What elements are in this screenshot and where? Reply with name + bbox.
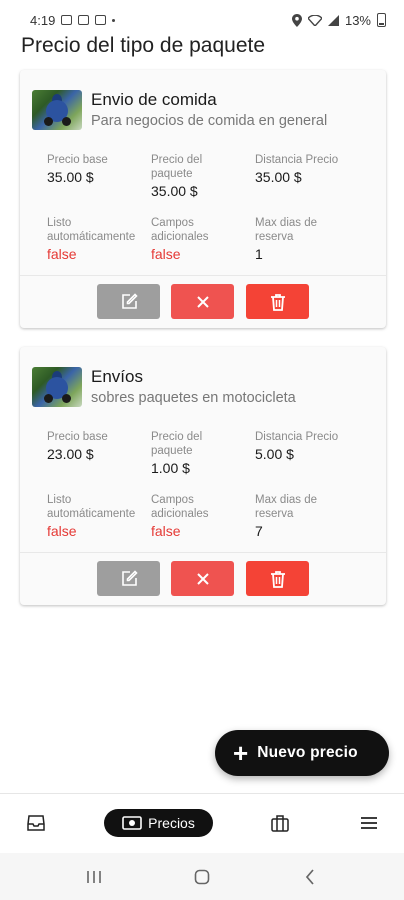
extra-fields-value: false <box>151 246 181 262</box>
base-price-label: Precio base <box>47 154 108 166</box>
banknote-icon <box>122 816 142 830</box>
max-days-field: Max dias de reserva 1 <box>255 216 345 263</box>
status-right: 13% <box>291 12 386 28</box>
deactivate-button[interactable] <box>171 561 234 596</box>
distance-price-label: Distancia Precio <box>255 431 339 443</box>
distance-price-field: Distancia Precio 35.00 $ <box>255 153 359 186</box>
auto-ready-field: Listo automáticamente false <box>47 216 151 263</box>
gallery-icon <box>61 15 73 25</box>
base-price-field: Precio base 35.00 $ <box>47 153 151 186</box>
edit-button[interactable] <box>97 561 160 596</box>
deactivate-button[interactable] <box>171 284 234 319</box>
base-price-value: 23.00 $ <box>47 446 94 462</box>
package-type-name: Envio de comida <box>91 90 217 109</box>
edit-button[interactable] <box>97 284 160 319</box>
distance-price-label: Distancia Precio <box>255 154 339 166</box>
package-type-description: sobres paquetes en motocicleta <box>91 390 296 406</box>
auto-ready-value: false <box>47 523 77 539</box>
status-time: 4:19 <box>30 12 56 28</box>
package-type-image <box>32 367 82 407</box>
max-days-field: Max dias de reserva 7 <box>255 493 345 540</box>
extra-fields-field: Campos adicionales false <box>151 216 231 263</box>
max-days-value: 7 <box>255 523 263 539</box>
close-icon <box>196 572 209 585</box>
max-days-value: 1 <box>255 246 263 262</box>
extra-fields-label: Campos adicionales <box>151 217 209 243</box>
package-type-name: Envíos <box>91 367 143 386</box>
package-price-field: Precio del paquete 35.00 $ <box>151 153 231 200</box>
auto-ready-label: Listo automáticamente <box>47 217 136 243</box>
base-price-value: 35.00 $ <box>47 169 94 185</box>
youtube-icon <box>95 15 107 25</box>
package-price-label: Precio del paquete <box>151 431 203 457</box>
price-card: Envio de comida Para negocios de comida … <box>20 70 386 328</box>
distance-price-value: 5.00 $ <box>255 446 294 462</box>
wifi-icon <box>307 14 322 26</box>
extra-fields-value: false <box>151 523 181 539</box>
notification-dot-icon <box>112 18 116 22</box>
menu-icon <box>361 817 377 829</box>
auto-ready-value: false <box>47 246 77 262</box>
edit-icon <box>121 292 138 309</box>
edit-icon <box>121 569 138 586</box>
package-price-value: 1.00 $ <box>151 460 190 476</box>
delete-button[interactable] <box>246 561 309 596</box>
recents-icon <box>87 870 101 883</box>
auto-ready-label: Listo automáticamente <box>47 494 136 520</box>
signal-icon <box>327 14 339 26</box>
max-days-label: Max dias de reserva <box>255 217 318 243</box>
card-header: Envio de comida Para negocios de comida … <box>32 88 376 138</box>
nav-item-briefcase[interactable] <box>266 809 294 837</box>
package-price-value: 35.00 $ <box>151 183 198 199</box>
home-icon <box>194 869 210 884</box>
chat-icon <box>78 15 90 25</box>
new-price-label: Nuevo precio <box>257 744 358 761</box>
distance-price-field: Distancia Precio 5.00 $ <box>255 430 359 463</box>
card-header: Envíos sobres paquetes en motocicleta <box>32 365 376 415</box>
trash-icon <box>270 293 285 311</box>
page-title: Precio del tipo de paquete <box>21 34 266 57</box>
package-price-label: Precio del paquete <box>151 154 203 180</box>
system-nav-bar <box>0 853 404 900</box>
base-price-field: Precio base 23.00 $ <box>47 430 151 463</box>
nav-item-menu[interactable] <box>355 809 383 837</box>
plus-icon: + <box>233 738 249 768</box>
auto-ready-field: Listo automáticamente false <box>47 493 151 540</box>
card-divider <box>20 275 386 276</box>
battery-percent: 13% <box>344 12 371 28</box>
bottom-nav: Precios <box>0 793 404 853</box>
close-icon <box>196 295 209 308</box>
package-type-description: Para negocios de comida en general <box>91 113 328 129</box>
new-price-button[interactable]: + Nuevo precio <box>215 730 389 776</box>
location-icon <box>291 13 302 27</box>
status-left: 4:19 <box>30 12 116 28</box>
delete-button[interactable] <box>246 284 309 319</box>
package-type-image <box>32 90 82 130</box>
back-button[interactable] <box>290 862 330 892</box>
battery-icon <box>377 13 386 27</box>
recents-button[interactable] <box>74 862 114 892</box>
nav-item-label: Precios <box>148 815 195 831</box>
card-divider <box>20 552 386 553</box>
inbox-icon <box>27 815 45 831</box>
distance-price-value: 35.00 $ <box>255 169 302 185</box>
home-button[interactable] <box>182 862 222 892</box>
max-days-label: Max dias de reserva <box>255 494 318 520</box>
package-price-field: Precio del paquete 1.00 $ <box>151 430 231 477</box>
nav-item-precios[interactable]: Precios <box>104 809 213 837</box>
back-icon <box>305 868 314 885</box>
trash-icon <box>270 570 285 588</box>
briefcase-icon <box>271 815 289 832</box>
nav-item-inbox[interactable] <box>22 809 50 837</box>
base-price-label: Precio base <box>47 431 108 443</box>
extra-fields-field: Campos adicionales false <box>151 493 231 540</box>
price-card: Envíos sobres paquetes en motocicleta Pr… <box>20 347 386 605</box>
extra-fields-label: Campos adicionales <box>151 494 209 520</box>
